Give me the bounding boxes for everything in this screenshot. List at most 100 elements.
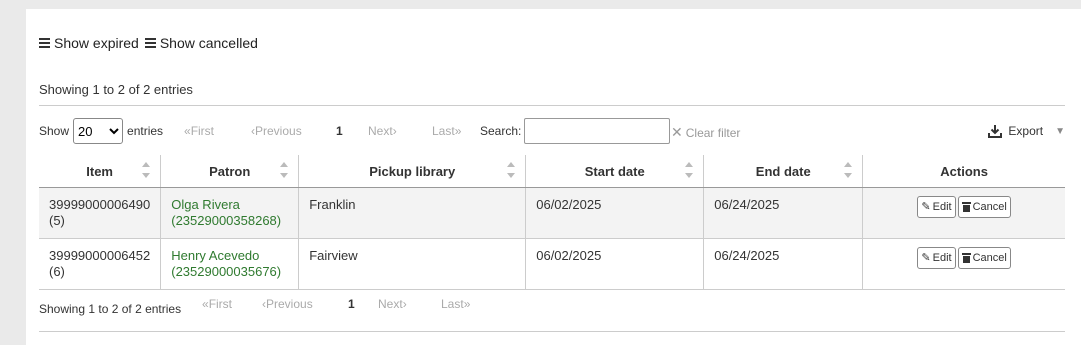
double-chevron-right-icon: » [454, 124, 462, 138]
item-number: (5) [49, 213, 65, 228]
column-header-item[interactable]: Item [39, 155, 162, 188]
pickup-library-cell: Fairview [298, 238, 527, 290]
bookings-panel: Show expired Show cancelled Showing 1 to… [26, 9, 1081, 345]
last-page-button[interactable]: Last » [441, 297, 470, 311]
divider [39, 331, 1065, 332]
first-label: First [208, 297, 233, 311]
start-date-cell: 06/02/2025 [525, 238, 705, 290]
double-chevron-left-icon: « [184, 124, 191, 138]
last-label: Last [441, 297, 464, 311]
current-page[interactable]: 1 [348, 297, 378, 311]
next-label: Next [368, 124, 393, 138]
sort-icon [142, 162, 151, 178]
patron-cell: Olga Rivera (23529000358268) [160, 187, 300, 239]
page-length-select[interactable]: 20 [73, 118, 124, 144]
end-date-cell: 06/24/2025 [703, 238, 864, 290]
list-icon [39, 38, 50, 48]
pencil-icon: ✎ [921, 252, 931, 264]
double-chevron-left-icon: « [202, 297, 209, 311]
pickup-library-cell: Franklin [298, 187, 527, 239]
download-icon [988, 125, 1003, 138]
show-label: Show [39, 124, 70, 138]
actions-cell: ✎ Edit Cancel [862, 187, 1065, 239]
entries-label: entries [127, 124, 164, 138]
item-cell: 39999000006452 (6) [39, 238, 162, 290]
edit-label: Edit [932, 252, 952, 264]
item-number: (6) [49, 264, 65, 279]
last-page-button[interactable]: Last » [432, 124, 461, 138]
current-page[interactable]: 1 [336, 124, 368, 138]
first-page-button[interactable]: «First [202, 297, 262, 311]
patron-cardnumber[interactable]: (23529000358268) [171, 213, 288, 229]
search-control: Search: [480, 118, 671, 144]
divider [39, 105, 1065, 106]
search-label: Search: [480, 124, 522, 138]
next-page-button[interactable]: Next › [378, 297, 441, 311]
sort-icon [280, 162, 289, 178]
cancel-label: Cancel [972, 201, 1007, 213]
double-chevron-right-icon: » [463, 297, 471, 311]
export-button[interactable]: Export ▼ [988, 124, 1065, 138]
sort-icon [844, 162, 853, 178]
edit-button[interactable]: ✎ Edit [917, 247, 956, 269]
search-input[interactable] [524, 118, 671, 144]
show-cancelled-label: Show cancelled [159, 35, 258, 51]
previous-page-button[interactable]: ‹ Previous [262, 297, 348, 311]
first-page-button[interactable]: «First [184, 124, 251, 138]
bookings-table: Item Patron Pickup library Start date En… [39, 155, 1065, 290]
item-cell: 39999000006490 (5) [39, 187, 162, 239]
list-icon [144, 38, 156, 48]
previous-label: Previous [266, 297, 313, 311]
patron-link[interactable]: Olga Rivera [171, 197, 288, 213]
cancel-button[interactable]: Cancel [957, 196, 1011, 218]
pagination-top: «First ‹ Previous 1 Next › Last » [184, 124, 461, 138]
item-barcode: 39999000006452 [49, 248, 151, 263]
table-row: 39999000006452 (6) Henry Acevedo (235290… [39, 238, 1065, 290]
column-header-start-date[interactable]: Start date [525, 155, 705, 188]
edit-label: Edit [932, 201, 952, 213]
next-label: Next [378, 297, 403, 311]
pagination-bottom: «First ‹ Previous 1 Next › Last » [202, 297, 470, 311]
table-info-bottom: Showing 1 to 2 of 2 entries [39, 302, 182, 316]
clear-filter-label: Clear filter [685, 125, 741, 140]
sort-icon [685, 162, 694, 178]
previous-label: Previous [255, 124, 302, 138]
cancel-label: Cancel [972, 252, 1007, 264]
trash-icon [961, 253, 971, 263]
column-header-end-date[interactable]: End date [703, 155, 864, 188]
actions-cell: ✎ Edit Cancel [862, 238, 1065, 290]
chevron-right-icon: › [392, 124, 397, 138]
show-expired-link[interactable]: Show expired [39, 35, 139, 51]
table-header-row: Item Patron Pickup library Start date En… [39, 155, 1065, 188]
trash-icon [961, 202, 971, 212]
pencil-icon: ✎ [921, 201, 931, 213]
table-row: 39999000006490 (5) Olga Rivera (23529000… [39, 187, 1065, 239]
patron-link[interactable]: Henry Acevedo [171, 248, 288, 264]
table-info-top: Showing 1 to 2 of 2 entries [39, 82, 193, 97]
sort-icon [507, 162, 516, 178]
export-label: Export [1008, 124, 1044, 138]
end-date-cell: 06/24/2025 [703, 187, 864, 239]
show-cancelled-link[interactable]: Show cancelled [144, 35, 258, 51]
x-icon: ✕ [671, 124, 683, 140]
filter-toolbar: Show expired Show cancelled [39, 35, 258, 51]
show-expired-label: Show expired [54, 35, 139, 51]
caret-down-icon: ▼ [1055, 125, 1065, 137]
column-header-patron[interactable]: Patron [160, 155, 300, 188]
start-date-cell: 06/02/2025 [525, 187, 705, 239]
column-header-actions: Actions [862, 155, 1065, 188]
chevron-right-icon: › [402, 297, 407, 311]
cancel-button[interactable]: Cancel [957, 247, 1011, 269]
item-barcode: 39999000006490 [49, 197, 151, 212]
last-label: Last [432, 124, 455, 138]
next-page-button[interactable]: Next › [368, 124, 432, 138]
patron-cell: Henry Acevedo (23529000035676) [160, 238, 300, 290]
patron-cardnumber[interactable]: (23529000035676) [171, 264, 288, 280]
first-label: First [190, 124, 215, 138]
page-length-control: Show 20 entries [39, 118, 163, 144]
table-controls: Show 20 entries «First ‹ Previous 1 Next… [39, 117, 1065, 145]
previous-page-button[interactable]: ‹ Previous [251, 124, 336, 138]
column-header-pickup-library[interactable]: Pickup library [298, 155, 527, 188]
edit-button[interactable]: ✎ Edit [917, 196, 956, 218]
clear-filter-button[interactable]: ✕ Clear filter [671, 124, 740, 141]
